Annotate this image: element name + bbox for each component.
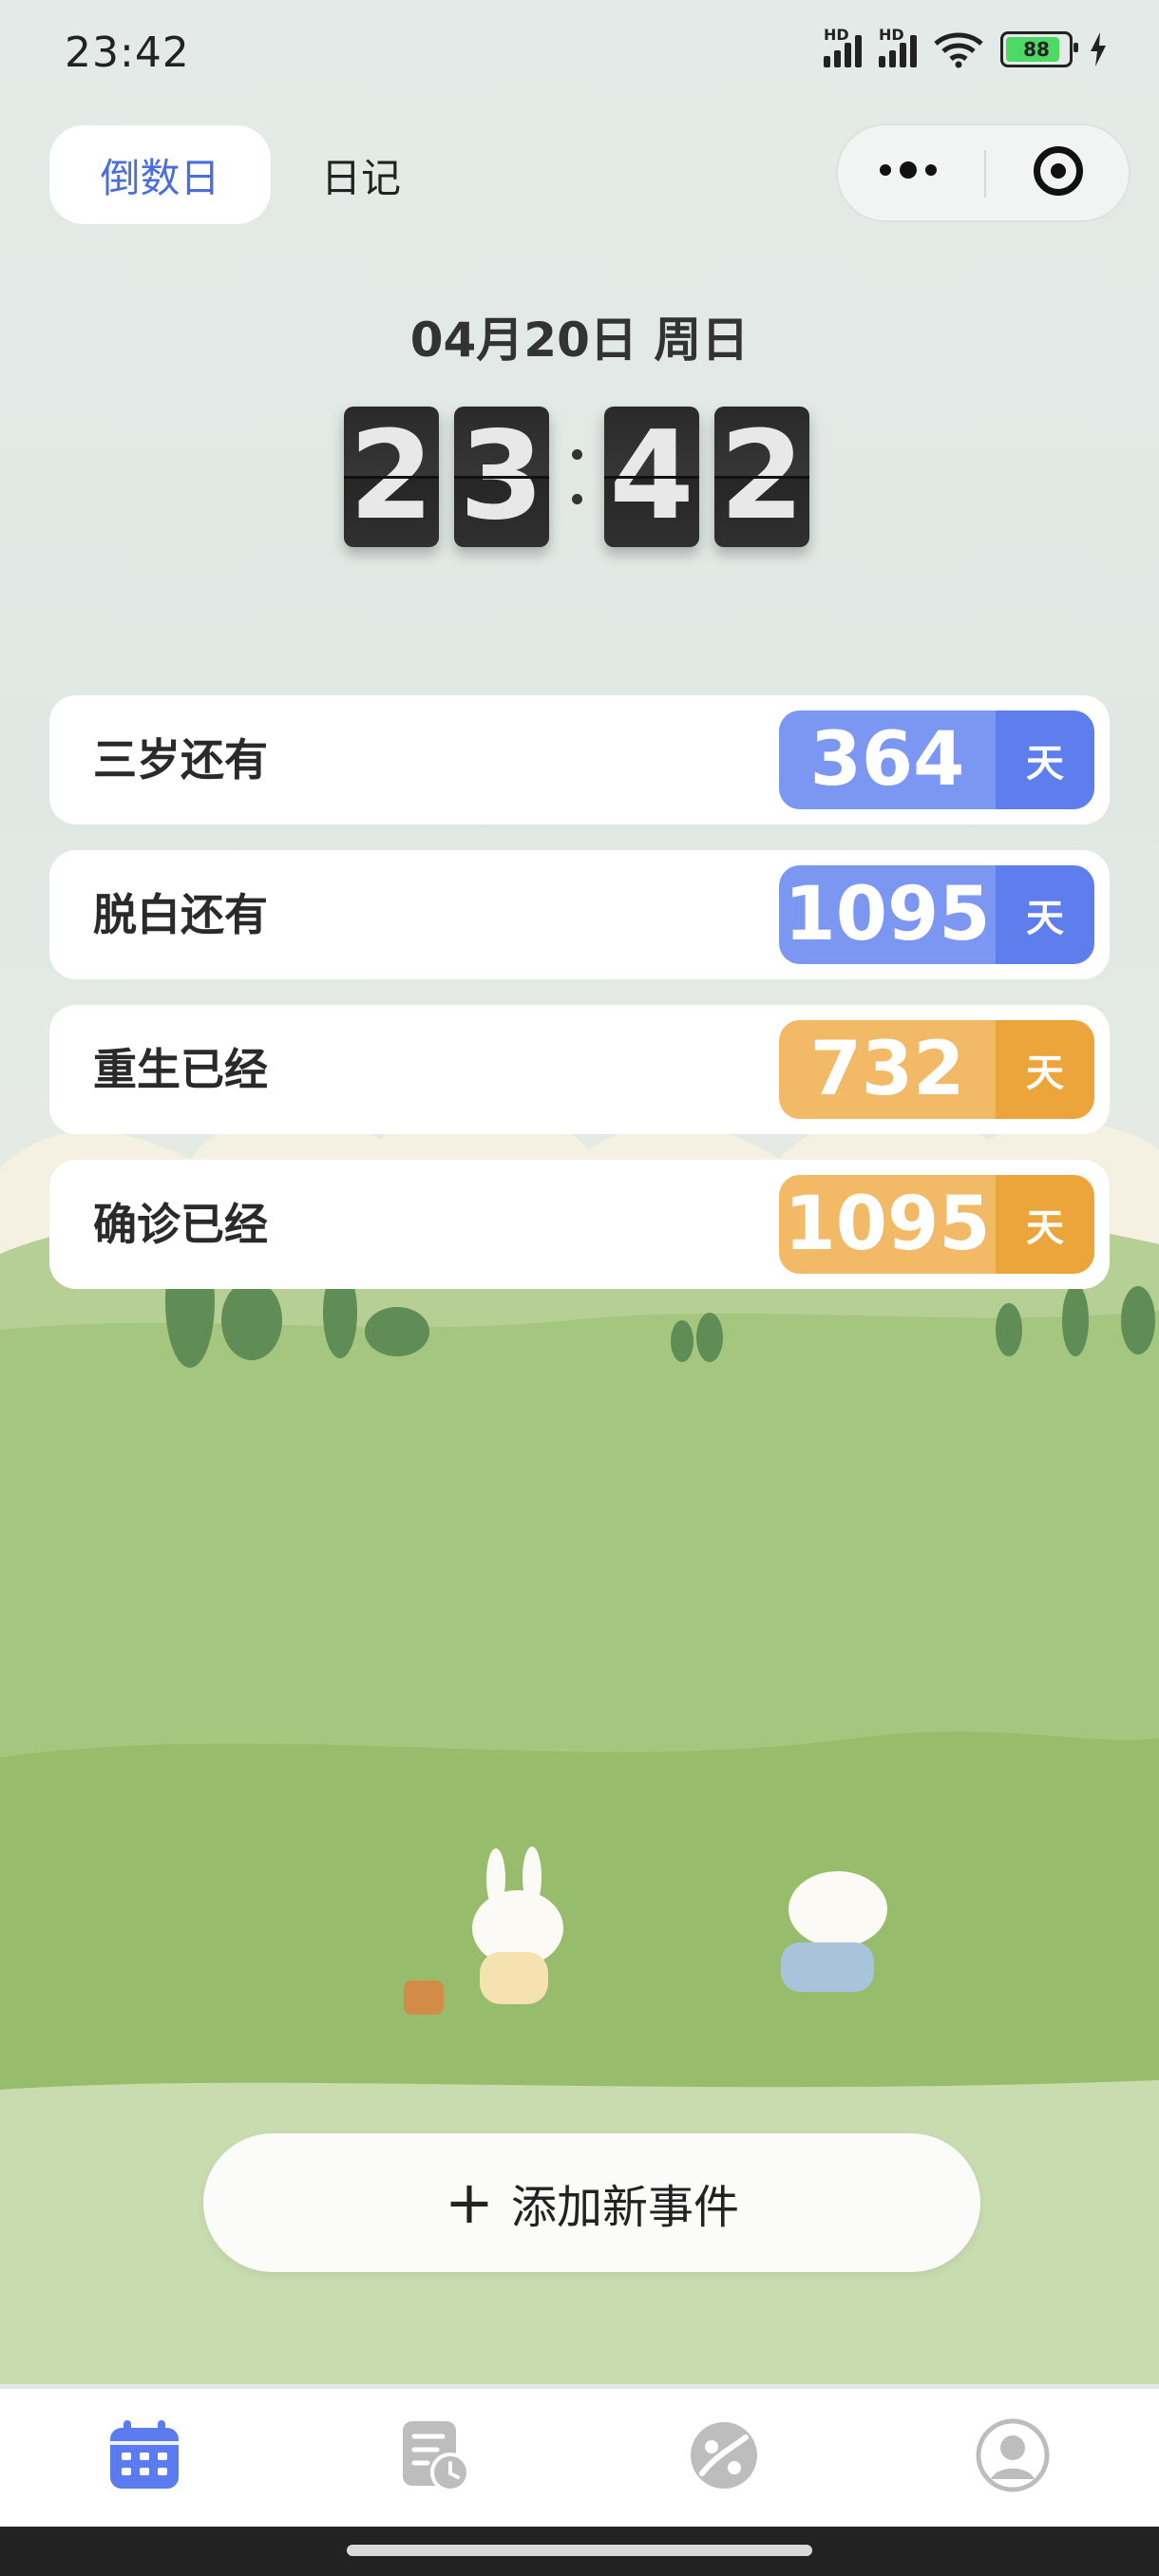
diary-clock-icon [403,2421,470,2491]
tabbar-profile[interactable] [975,2417,1051,2493]
clock-colon [564,449,589,504]
day-unit: 天 [996,865,1094,964]
battery-icon: 88 [1000,31,1078,67]
tab-diary[interactable]: 日记 [271,125,451,224]
event-name: 确诊已经 [93,1199,268,1250]
explore-icon [691,2422,757,2489]
day-count: 1095 [779,1175,996,1274]
event-name: 重生已经 [93,1044,268,1095]
event-card[interactable]: 脱白还有 1095 天 [49,850,1110,979]
signal-hd-label: HD [879,26,904,44]
day-unit: 天 [996,710,1094,809]
clock-digit: 2 [344,407,439,547]
day-count-badge: 1095 天 [779,1175,1094,1274]
clock-digit: 4 [604,407,699,547]
battery-level: 88 [1023,38,1050,61]
status-time: 23:42 [65,28,190,77]
event-card[interactable]: 确诊已经 1095 天 [49,1160,1110,1289]
tab-countdown[interactable]: 倒数日 [49,125,271,224]
top-tabs: 倒数日 日记 [49,125,451,224]
calendar-icon [110,2420,179,2489]
day-count: 732 [779,1020,996,1119]
signal-icon: HD [824,26,862,67]
close-target-icon[interactable] [1034,146,1083,196]
event-name: 三岁还有 [93,734,268,786]
tabbar-calendar[interactable] [106,2417,182,2493]
charging-icon [1091,32,1106,66]
day-count-badge: 364 天 [779,710,1094,809]
day-unit: 天 [996,1175,1094,1274]
current-date: 04月20日 周日 [409,313,750,368]
signal-icon: HD [879,26,917,67]
miniprogram-capsule [836,123,1130,222]
day-unit: 天 [996,1020,1094,1119]
event-card[interactable]: 三岁还有 364 天 [49,695,1110,824]
signal-hd-label: HD [824,26,849,44]
clock-digit: 2 [714,407,809,547]
event-card[interactable]: 重生已经 732 天 [49,1005,1110,1134]
event-name: 脱白还有 [93,889,268,940]
tabbar-explore[interactable] [686,2417,762,2493]
add-event-button[interactable]: + 添加新事件 [203,2133,980,2272]
plus-icon: + [445,2168,494,2237]
day-count-badge: 732 天 [779,1020,1094,1119]
add-event-label: 添加新事件 [510,2181,739,2234]
event-list: 三岁还有 364 天 脱白还有 1095 天 重生已经 732 天 确诊已经 1… [49,695,1110,1315]
day-count-badge: 1095 天 [779,865,1094,964]
status-bar: 23:42 HD HD 88 [0,0,1159,104]
day-count: 1095 [779,865,996,964]
wifi-icon [934,32,983,68]
profile-icon [976,2418,1050,2492]
more-icon[interactable] [880,161,937,179]
flip-clock: 2 3 4 2 [344,407,825,547]
clock-digit: 3 [454,407,549,547]
tabbar-diary[interactable] [397,2417,473,2493]
home-indicator[interactable] [347,2545,812,2556]
bottom-tabbar [0,2388,1159,2528]
capsule-divider [984,150,986,198]
day-count: 364 [779,710,996,809]
status-icons: HD HD 88 [824,26,1107,68]
